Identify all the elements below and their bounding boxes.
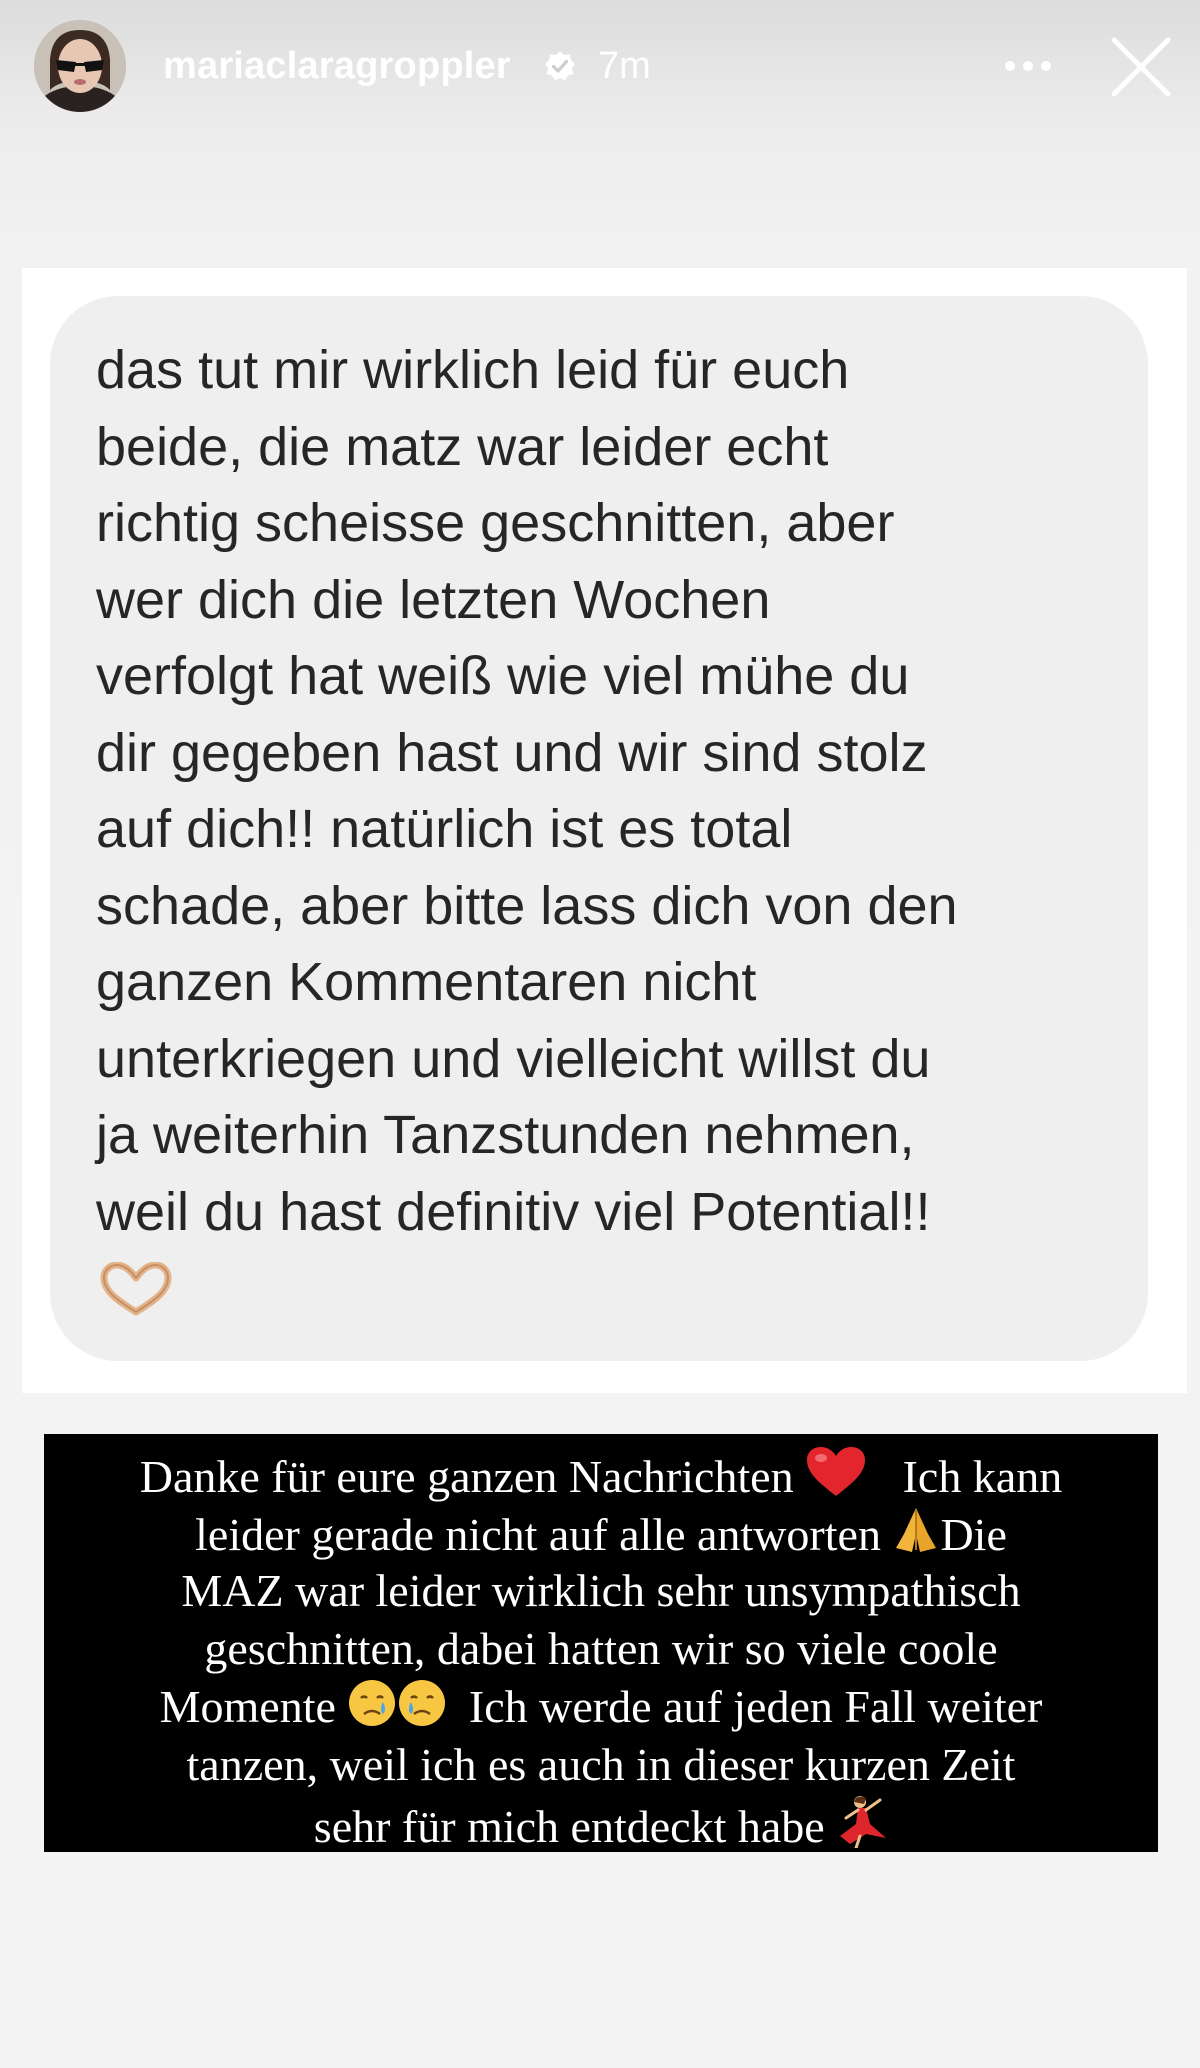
dancer-icon — [840, 1796, 887, 1848]
message-line: unterkriegen und vielleicht willst du — [96, 1028, 931, 1089]
message-line: schade, aber bitte lass dich von den — [96, 875, 958, 936]
message-line: richtig scheisse geschnitten, aber — [96, 493, 895, 553]
message-line: dir gegeben hast und wir sind stolz — [96, 722, 928, 783]
caption-text: Die — [940, 1509, 1007, 1560]
caption-line: Momente Ich werde auf jeden Fall weiter — [44, 1678, 1158, 1736]
message-text: das tut mir wirklich leid für euch beide… — [96, 332, 1116, 1250]
caption-line: Danke für eure ganzen Nachrichten Ich ka… — [44, 1446, 1158, 1506]
message-line: ja weiterhin Tanzstunden nehmen, — [96, 1105, 915, 1165]
username[interactable]: mariaclaragroppler — [163, 44, 511, 88]
avatar[interactable] — [34, 20, 126, 112]
message-line: das tut mir wirklich leid für euch — [96, 340, 850, 400]
close-icon[interactable] — [1108, 34, 1174, 100]
more-options-icon[interactable] — [1000, 48, 1056, 84]
caption-line: MAZ war leider wirklich sehr unsympathis… — [181, 1565, 1021, 1616]
caption-text: leider gerade nicht auf alle antworten — [195, 1509, 881, 1560]
caption-line: leider gerade nicht auf alle antworten D… — [44, 1504, 1158, 1564]
caption-text: Ich werde auf jeden Fall weiter — [468, 1681, 1043, 1732]
red-heart-icon — [807, 1447, 866, 1496]
verified-badge-icon — [545, 51, 575, 81]
message-line: verfolgt hat weiß wie viel mühe du — [96, 646, 910, 706]
crying-face-icon — [349, 1680, 396, 1726]
story-view: mariaclaragroppler 7m das tut mir wirkli… — [0, 0, 1200, 2068]
caption-line: tanzen, weil ich es auch in dieser kurze… — [186, 1739, 1016, 1790]
message-line: weil du hast definitiv viel Potential!! — [96, 1181, 931, 1242]
message-line: ganzen Kommentaren nicht — [96, 952, 757, 1012]
caption-text: Danke für eure ganzen Nachrichten — [139, 1451, 794, 1502]
story-caption: Danke für eure ganzen Nachrichten Ich ka… — [44, 1434, 1158, 1852]
caption-line: sehr für mich entdeckt habe — [44, 1794, 1158, 1856]
message-line: beide, die matz war leider echt — [96, 416, 829, 477]
folded-hands-icon — [896, 1508, 937, 1552]
crying-face-icon — [399, 1680, 446, 1726]
message-line: wer dich die letzten Wochen — [96, 569, 771, 630]
caption-text: Momente — [159, 1681, 336, 1732]
caption-text: sehr für mich entdeckt habe — [313, 1801, 825, 1852]
story-header: mariaclaragroppler 7m — [0, 0, 1200, 140]
caption-line: geschnitten, dabei hatten wir so viele c… — [204, 1623, 998, 1674]
message-line: auf dich!! natürlich ist es total — [96, 799, 793, 859]
caption-text: Ich kann — [902, 1451, 1063, 1502]
heart-hands-emoji-icon — [100, 1262, 172, 1316]
post-time: 7m — [598, 45, 651, 87]
